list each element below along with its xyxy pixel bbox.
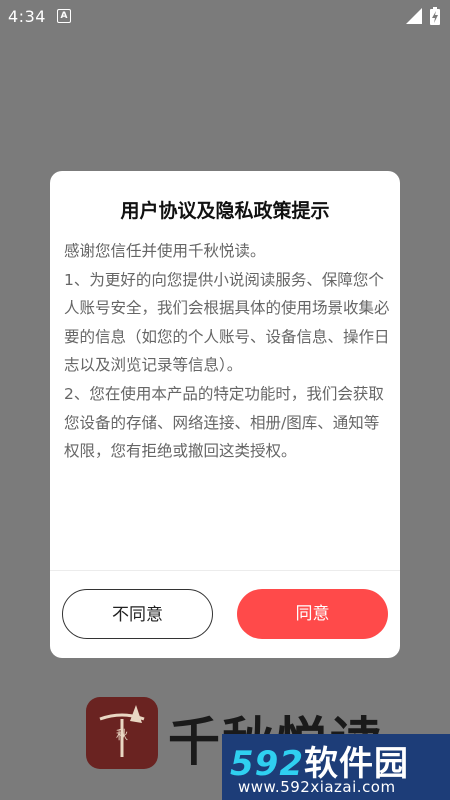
logo-glyph: 秋 [116,728,128,742]
battery-icon [430,7,440,25]
dialog-paragraph-2: 2、您在使用本产品的特定功能时，我们会获取您设备的存储、网络连接、相册/图库、通… [64,384,384,461]
status-time: 4:34 [8,7,46,26]
watermark-url: www.592xiazai.com [238,778,396,796]
dialog-divider [50,570,400,571]
app-logo: 秋 [86,697,158,769]
dialog-paragraph-1: 1、为更好的向您提供小说阅读服务、保障您个人账号安全，我们会根据具体的使用场景收… [64,270,390,375]
notification-icon: A [57,9,71,23]
dialog-paragraph-intro: 感谢您信任并使用千秋悦读。 [64,242,266,260]
status-bar: 4:34 A [0,0,450,32]
disagree-button[interactable]: 不同意 [62,589,213,639]
dialog-title: 用户协议及隐私政策提示 [120,200,330,222]
signal-icon [406,8,422,24]
logo-mark-icon: 秋 [99,705,145,757]
privacy-dialog: 用户协议及隐私政策提示 感谢您信任并使用千秋悦读。 1、为更好的向您提供小说阅读… [50,171,400,658]
agree-button[interactable]: 同意 [237,589,388,639]
watermark: 592软件园 www.592xiazai.com [222,734,450,800]
dialog-body: 感谢您信任并使用千秋悦读。 1、为更好的向您提供小说阅读服务、保障您个人账号安全… [64,237,390,466]
